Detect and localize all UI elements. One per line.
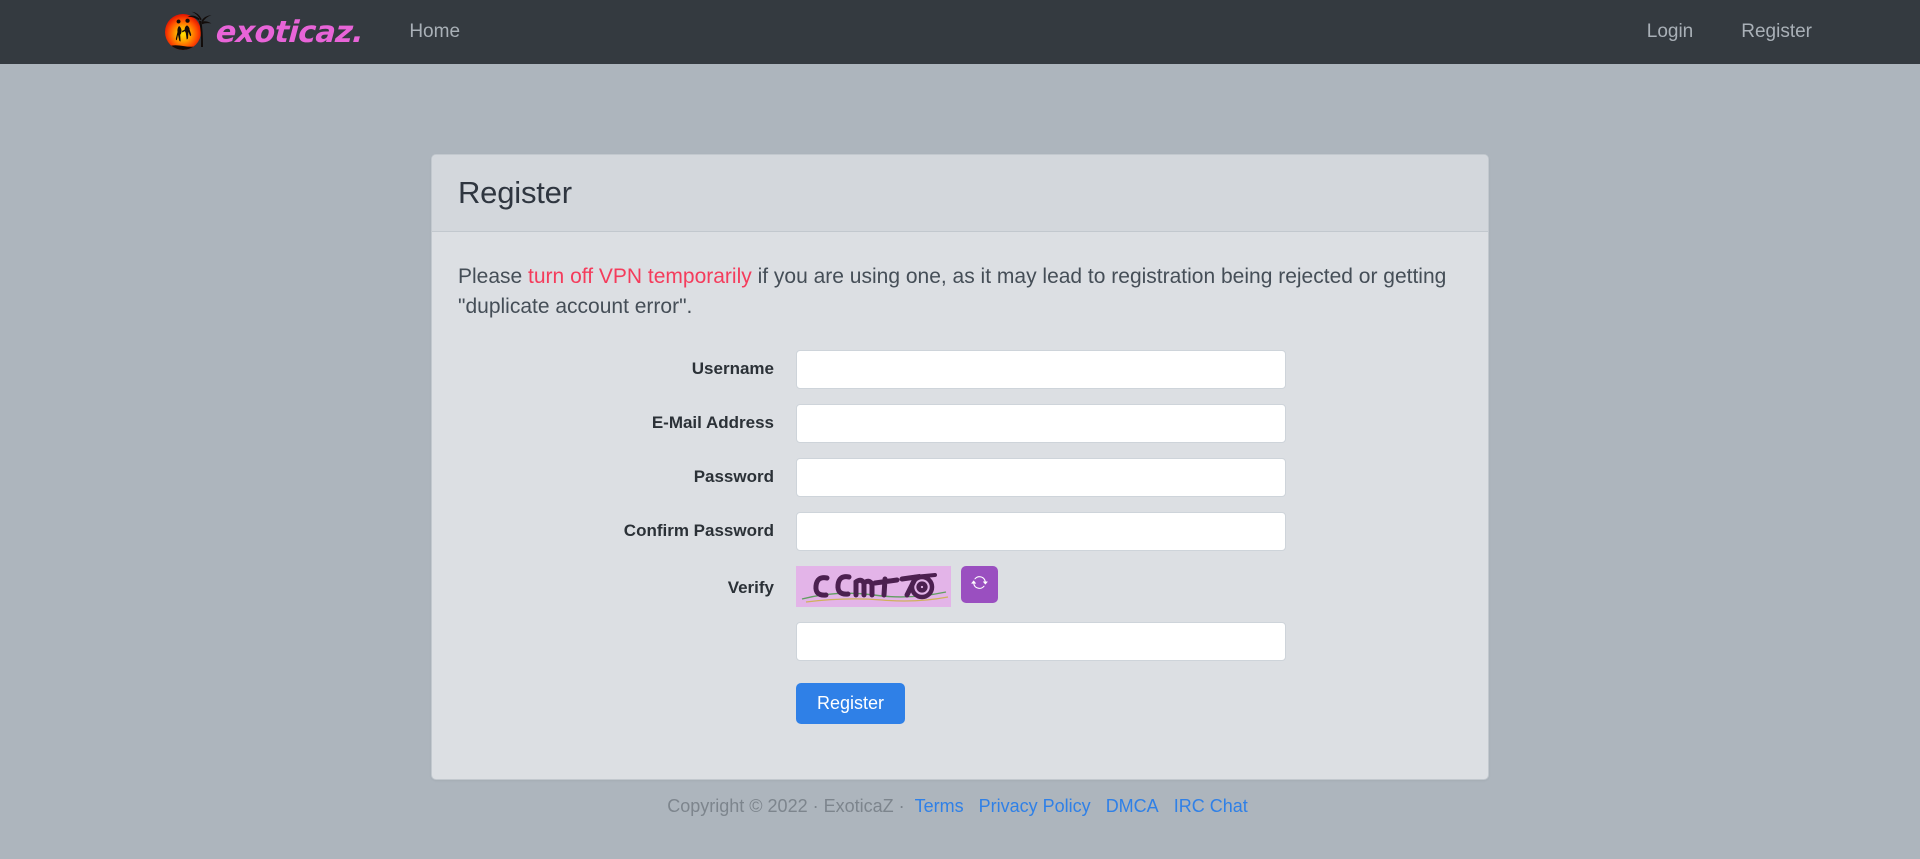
form-row-confirm-password: Confirm Password (458, 511, 1462, 551)
form-row-password: Password (458, 457, 1462, 497)
footer-link-irc-chat[interactable]: IRC Chat (1174, 796, 1248, 816)
account-nav: Login Register (1631, 15, 1828, 49)
brand-name: exoticaz. (214, 14, 365, 50)
username-input[interactable] (796, 349, 1286, 389)
form-row-email: E-Mail Address (458, 403, 1462, 443)
register-card: Register Please turn off VPN temporarily… (431, 154, 1489, 780)
copyright-text: Copyright © 2022 · ExoticaZ · (667, 795, 905, 816)
card-body: Please turn off VPN temporarily if you a… (432, 232, 1488, 779)
captcha-group (796, 565, 998, 607)
nav-link-register[interactable]: Register (1725, 15, 1828, 49)
label-email: E-Mail Address (651, 413, 774, 433)
refresh-icon (971, 574, 988, 594)
label-password: Password (693, 467, 774, 487)
form-row-captcha: Verify (458, 565, 1462, 607)
label-confirm-password: Confirm Password (623, 521, 774, 541)
form-row-captcha-input (458, 621, 1462, 661)
captcha-input[interactable] (796, 621, 1286, 661)
vpn-notice: Please turn off VPN temporarily if you a… (458, 262, 1462, 322)
page-content: Register Please turn off VPN temporarily… (0, 64, 1920, 780)
label-verify: Verify (727, 577, 774, 597)
card-header: Register (432, 155, 1488, 232)
footer-link-terms[interactable]: Terms (915, 796, 964, 816)
captcha-refresh-button[interactable] (961, 565, 998, 603)
nav-link-home[interactable]: Home (393, 15, 476, 49)
submit-offset: Register (796, 682, 906, 724)
brand-logo-link[interactable]: exoticaz. (160, 9, 365, 55)
captcha-image (796, 565, 951, 607)
footer-link-privacy-policy[interactable]: Privacy Policy (979, 796, 1091, 816)
top-navbar: exoticaz. Home Login Register (0, 0, 1920, 64)
form-row-username: Username (458, 349, 1462, 389)
password-input[interactable] (796, 457, 1286, 497)
nav-link-login[interactable]: Login (1631, 15, 1710, 49)
email-input[interactable] (796, 403, 1286, 443)
primary-nav: Home (393, 15, 476, 49)
label-username: Username (691, 359, 774, 379)
captcha-input-offset (796, 621, 1286, 661)
footer-link-dmca[interactable]: DMCA (1106, 796, 1159, 816)
confirm-password-input[interactable] (796, 511, 1286, 551)
register-form: Username E-Mail Address Password Confirm… (458, 349, 1462, 724)
sunset-silhouette-logo-icon (160, 9, 214, 55)
page-title: Register (458, 175, 572, 210)
register-submit-button[interactable]: Register (796, 682, 906, 724)
page-footer: Copyright © 2022 · ExoticaZ · Terms Priv… (0, 780, 1920, 817)
vpn-notice-prefix: Please (458, 265, 529, 288)
vpn-notice-link[interactable]: turn off VPN temporarily (528, 265, 752, 288)
form-row-submit: Register (458, 682, 1462, 724)
